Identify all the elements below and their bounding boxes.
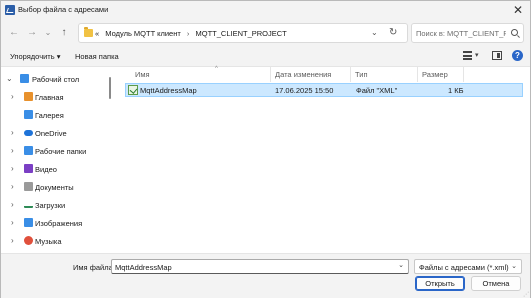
chevron-right-icon[interactable]: › <box>11 146 14 155</box>
address-bar[interactable]: « Модуль MQTT клиент › MQTT_CLIENT_PROJE… <box>78 23 408 43</box>
cloud-icon <box>24 130 33 136</box>
search-box[interactable] <box>411 23 524 43</box>
chevron-right-icon[interactable]: › <box>11 218 14 227</box>
filename-dropdown-icon[interactable]: ⌄ <box>398 261 404 269</box>
downloads-icon <box>24 200 33 208</box>
breadcrumb-item-project[interactable]: MQTT_CLIENT_PROJECT <box>196 29 287 38</box>
file-dialog-window: Выбор файла с адресами ✕ ← → ⌄ ↑ « Модул… <box>0 0 531 298</box>
breadcrumb-overflow[interactable]: « <box>95 29 99 38</box>
file-size: 1 КБ <box>448 86 464 95</box>
pictures-icon <box>24 218 33 227</box>
music-icon <box>24 236 33 245</box>
nav-item-label: Видео <box>35 165 57 174</box>
app-icon <box>5 5 15 15</box>
search-icon[interactable] <box>511 29 518 36</box>
column-date-label: Дата изменения <box>275 70 332 79</box>
work-folders-icon <box>24 146 33 155</box>
column-name[interactable]: Имя ^ <box>131 66 271 82</box>
nav-item-cloud[interactable]: › OneDrive <box>1 124 113 142</box>
file-row[interactable]: MqttAddressMap 17.06.2025 15:50 Файл "XM… <box>125 83 523 97</box>
preview-pane-icon[interactable] <box>492 51 502 60</box>
nav-item-video[interactable]: › Видео <box>1 160 113 178</box>
resize-grip-icon[interactable]: ⋰ <box>523 291 529 298</box>
nav-item-label: OneDrive <box>35 129 67 138</box>
file-date: 17.06.2025 15:50 <box>275 86 334 95</box>
filetype-select[interactable]: Файлы с адресами (*.xml) ⌄ <box>414 259 522 274</box>
navigation-scrollbar[interactable] <box>109 77 111 99</box>
column-type-label: Тип <box>355 70 368 79</box>
chevron-down-icon[interactable]: ⌄ <box>6 74 13 83</box>
desktop-icon <box>20 74 29 83</box>
file-name: MqttAddressMap <box>140 86 197 95</box>
chevron-right-icon[interactable]: › <box>11 200 14 209</box>
folder-icon <box>84 27 93 37</box>
nav-item-label: Изображения <box>35 219 83 228</box>
chevron-right-icon[interactable]: › <box>11 236 14 245</box>
video-icon <box>24 164 33 173</box>
nav-item-downloads[interactable]: › Загрузки <box>1 196 113 214</box>
toolbar: Упорядочить ▾ Новая папка ▾ ? <box>1 47 530 67</box>
nav-item-desktop[interactable]: ⌄ Рабочий стол <box>1 70 113 88</box>
nav-item-documents[interactable]: › Документы <box>1 178 113 196</box>
new-folder-button[interactable]: Новая папка <box>75 52 119 61</box>
nav-item-label: Загрузки <box>35 201 66 210</box>
breadcrumb-item-module[interactable]: Модуль MQTT клиент <box>105 29 181 38</box>
xml-file-icon <box>128 85 138 95</box>
home-icon <box>24 92 33 101</box>
forward-arrow-icon[interactable]: → <box>25 26 39 40</box>
chevron-right-icon[interactable]: › <box>11 164 14 173</box>
address-dropdown-icon[interactable]: ⌄ <box>371 28 378 37</box>
filename-input[interactable] <box>115 262 385 272</box>
nav-item-music[interactable]: › Музыка <box>1 232 113 250</box>
filetype-value: Файлы с адресами (*.xml) <box>419 263 509 272</box>
filename-label: Имя файла: <box>73 263 115 272</box>
nav-item-work-folders[interactable]: › Рабочие папки <box>1 142 113 160</box>
organize-button[interactable]: Упорядочить ▾ <box>10 52 60 61</box>
recent-locations-chevron-icon[interactable]: ⌄ <box>41 26 55 40</box>
nav-item-label: Музыка <box>35 237 62 246</box>
back-arrow-icon[interactable]: ← <box>7 26 21 40</box>
search-input[interactable] <box>416 28 506 39</box>
file-type: Файл "XML" <box>356 86 398 95</box>
column-size-label: Размер <box>422 70 448 79</box>
column-name-label: Имя <box>135 70 150 79</box>
nav-item-label: Главная <box>35 93 64 102</box>
breadcrumb: « Модуль MQTT клиент › MQTT_CLIENT_PROJE… <box>95 29 287 38</box>
nav-item-label: Галерея <box>35 111 64 120</box>
nav-item-label: Рабочие папки <box>35 147 87 156</box>
navigation-pane: ⌄ Рабочий стол › Главная Галерея › OneDrive › Ра… <box>1 67 115 253</box>
gallery-icon <box>24 110 33 119</box>
column-date[interactable]: Дата изменения <box>271 67 351 82</box>
cancel-button[interactable]: Отмена <box>471 276 521 291</box>
open-button[interactable]: Открыть <box>415 276 465 291</box>
nav-item-gallery[interactable]: Галерея <box>1 106 113 124</box>
nav-item-pictures[interactable]: › Изображения <box>1 214 113 232</box>
chevron-right-icon[interactable]: › <box>11 92 14 101</box>
title-bar: Выбор файла с адресами ✕ <box>1 1 530 19</box>
file-list: Имя ^ Дата изменения Тип Размер MqttAddr… <box>115 66 530 253</box>
chevron-right-icon[interactable]: › <box>11 182 14 191</box>
refresh-icon[interactable]: ↻ <box>389 27 397 38</box>
documents-icon <box>24 182 33 191</box>
up-arrow-icon[interactable]: ↑ <box>57 26 71 40</box>
column-size[interactable]: Размер <box>418 67 464 82</box>
filename-field[interactable]: ⌄ <box>111 259 409 274</box>
help-icon[interactable]: ? <box>512 50 523 61</box>
window-title: Выбор файла с адресами <box>18 5 109 14</box>
chevron-right-icon[interactable]: › <box>11 128 14 137</box>
dialog-footer: Имя файла: ⌄ Файлы с адресами (*.xml) ⌄ … <box>1 253 530 298</box>
close-button[interactable]: ✕ <box>510 2 526 18</box>
breadcrumb-separator: › <box>186 29 190 38</box>
view-dropdown-icon[interactable]: ▾ <box>475 51 479 59</box>
nav-item-label: Документы <box>35 183 74 192</box>
view-options-icon[interactable] <box>463 51 472 60</box>
column-type[interactable]: Тип <box>351 67 418 82</box>
nav-item-label: Рабочий стол <box>32 75 80 84</box>
filetype-dropdown-icon: ⌄ <box>511 263 517 270</box>
nav-item-home[interactable]: › Главная <box>1 88 113 106</box>
sort-up-icon: ^ <box>215 66 218 72</box>
